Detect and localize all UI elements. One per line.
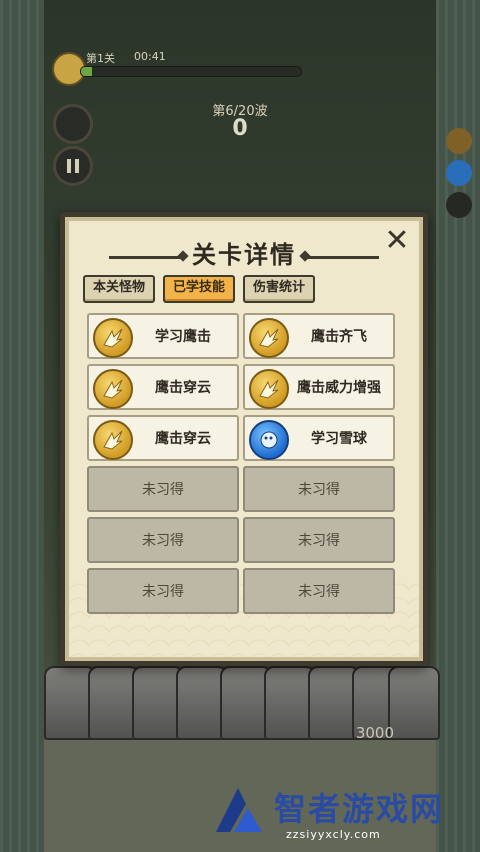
not-learned-label: 未习得 (298, 584, 340, 600)
skill-slot[interactable]: 鹰击穿云 (87, 415, 239, 461)
skill-name: 鹰击穿云 (155, 431, 211, 447)
not-learned-label: 未习得 (298, 533, 340, 549)
not-learned-label: 未习得 (142, 584, 184, 600)
not-learned-label: 未习得 (142, 533, 184, 549)
level-details-dialog: 关卡详情 ✕ 本关怪物 已学技能 伤害统计 学习鹰击 鹰击齐飞 鹰击穿云 鹰击威… (60, 212, 428, 666)
skill-slot[interactable]: 鹰击威力增强 (243, 364, 395, 410)
skill-slot-empty: 未习得 (243, 517, 395, 563)
skill-slot-empty: 未习得 (87, 466, 239, 512)
skill-slot-empty: 未习得 (243, 568, 395, 614)
skill-slot-empty: 未习得 (87, 517, 239, 563)
eagle-icon (93, 369, 133, 409)
eagle-icon (93, 318, 133, 358)
skill-slot-empty: 未习得 (243, 466, 395, 512)
watermark-text: 智者游戏网 (274, 790, 445, 828)
skill-name: 学习雪球 (311, 431, 367, 447)
eagle-icon (249, 369, 289, 409)
title-ornament-right (305, 256, 379, 259)
eagle-icon (93, 420, 133, 460)
skill-slot[interactable]: 鹰击穿云 (87, 364, 239, 410)
tab-damage-stats[interactable]: 伤害统计 (243, 275, 316, 303)
tab-monsters[interactable]: 本关怪物 (83, 275, 156, 303)
skill-name: 鹰击威力增强 (297, 380, 381, 396)
skill-name: 学习鹰击 (155, 329, 211, 345)
snowball-icon (249, 420, 289, 460)
tab-learned-skills[interactable]: 已学技能 (163, 275, 236, 303)
skill-slot[interactable]: 鹰击齐飞 (243, 313, 395, 359)
skill-name: 鹰击齐飞 (311, 329, 367, 345)
skill-name: 鹰击穿云 (155, 380, 211, 396)
eagle-icon (249, 318, 289, 358)
close-icon[interactable]: ✕ (383, 226, 411, 256)
dialog-tabs: 本关怪物 已学技能 伤害统计 (83, 275, 316, 303)
skill-slot[interactable]: 学习鹰击 (87, 313, 239, 359)
dialog-title: 关卡详情 (192, 241, 296, 269)
not-learned-label: 未习得 (142, 482, 184, 498)
skill-grid: 学习鹰击 鹰击齐飞 鹰击穿云 鹰击威力增强 鹰击穿云 学习雪球 未习得 未习得 … (87, 313, 399, 614)
title-ornament-left (109, 256, 183, 259)
watermark-logo-icon (216, 788, 262, 832)
dialog-header: 关卡详情 (65, 239, 423, 271)
watermark-url: zzsiyyxcly.com (286, 828, 381, 841)
skill-slot-empty: 未习得 (87, 568, 239, 614)
not-learned-label: 未习得 (298, 482, 340, 498)
skill-slot[interactable]: 学习雪球 (243, 415, 395, 461)
